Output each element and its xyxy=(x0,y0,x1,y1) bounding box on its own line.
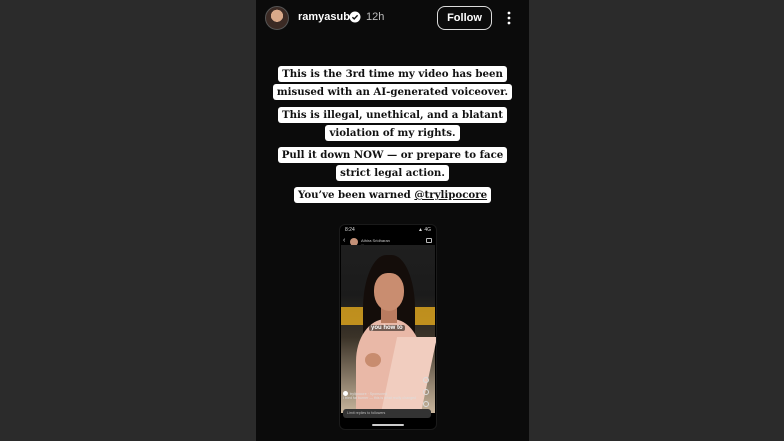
right-backdrop xyxy=(529,0,784,441)
warning-text: You’ve been warned xyxy=(297,189,415,201)
caption-line: Pull it down NOW — or prepare to face xyxy=(277,147,508,163)
caption-block-1: This is the 3rd time my video has been m… xyxy=(256,64,529,100)
more-options-icon[interactable] xyxy=(505,10,513,26)
home-indicator xyxy=(372,424,404,426)
share-icon xyxy=(423,401,429,407)
caption-block-4: You’ve been warned @trylipocore xyxy=(256,185,529,203)
person-face xyxy=(374,273,404,311)
caption-line: This is illegal, unethical, and a blatan… xyxy=(278,107,507,123)
post-account-name: trylipocore · Sponsored xyxy=(350,391,388,396)
instagram-story[interactable]: ramyasub 12h Follow This is the 3rd time… xyxy=(256,0,529,441)
post-caption: I tried fat burner — this is what really… xyxy=(343,396,417,400)
mention-link[interactable]: @trylipocore xyxy=(414,189,487,201)
person-hand xyxy=(365,353,381,367)
post-info: trylipocore · Sponsored I tried fat burn… xyxy=(343,391,431,400)
caption-block-2: This is illegal, unethical, and a blatan… xyxy=(256,105,529,141)
caption-line: strict legal action. xyxy=(336,165,449,181)
like-icon xyxy=(423,377,429,383)
reply-field: Limit replies to followers xyxy=(343,409,431,418)
caption-line: This is the 3rd time my video has been xyxy=(278,66,507,82)
back-arrow-icon: ‹ xyxy=(343,237,346,244)
story-header: ramyasub 12h Follow xyxy=(256,0,529,40)
caption-line: misused with an AI-generated voiceover. xyxy=(272,84,513,100)
status-indicators: ▲ 4G xyxy=(417,227,431,233)
status-time: 8:24 xyxy=(345,227,355,233)
post-time: 12h xyxy=(366,11,385,23)
verified-badge-icon xyxy=(349,11,361,23)
warning-line: You’ve been warned @trylipocore xyxy=(293,187,492,203)
follow-button[interactable]: Follow xyxy=(437,6,492,30)
video-frame: you how to xyxy=(341,245,436,413)
caption-block-3: Pull it down NOW — or prepare to face st… xyxy=(256,145,529,181)
avatar[interactable] xyxy=(265,6,289,30)
username[interactable]: ramyasub xyxy=(298,11,350,23)
embedded-screenshot: 8:24 ▲ 4G ‹ Athira Sridharan 1h ago you … xyxy=(339,224,437,430)
video-subtitle: you how to xyxy=(369,325,405,331)
left-backdrop xyxy=(0,0,256,441)
camera-icon xyxy=(426,238,432,243)
caption-line: violation of my rights. xyxy=(325,125,460,141)
phone-status-bar: 8:24 ▲ 4G xyxy=(340,225,436,235)
